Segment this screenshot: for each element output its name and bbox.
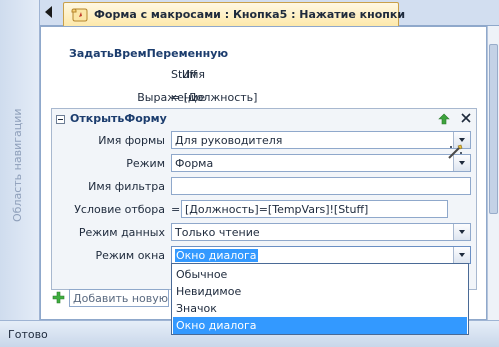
chevron-down-icon[interactable] [453, 247, 470, 263]
navigation-pane[interactable]: Область навигации [0, 0, 40, 320]
open-form-action-name[interactable]: ОткрытьФорму [70, 112, 167, 125]
vertical-scrollbar[interactable] [487, 26, 499, 320]
window-mode-dropdown-list[interactable]: Обычное Невидимое Значок Окно диалога [171, 263, 469, 335]
collapse-nav-arrow-icon[interactable] [45, 6, 52, 18]
window-mode-value: Окно диалога [175, 249, 258, 262]
expression-builder-icon[interactable] [446, 144, 464, 163]
name-value[interactable]: Stuff [171, 68, 197, 81]
data-mode-combobox[interactable]: Только чтение [171, 223, 471, 241]
dropdown-option[interactable]: Невидимое [173, 283, 467, 300]
macro-scroll-icon [70, 7, 88, 26]
where-condition-input[interactable]: [Должность]=[TempVars]![Stuff] [181, 200, 448, 218]
window-mode-label: Режим окна [95, 249, 165, 262]
filter-name-input[interactable] [171, 177, 471, 195]
set-temp-var-action[interactable]: ЗадатьВремПеременную [69, 47, 228, 60]
expression-value[interactable]: = [Должность] [171, 91, 257, 104]
dropdown-option[interactable]: Значок [173, 300, 467, 317]
form-name-label: Имя формы [98, 134, 165, 147]
form-name-value: Для руководителя [175, 134, 283, 147]
scrollbar-thumb[interactable] [489, 44, 498, 214]
form-name-combobox[interactable]: Для руководителя [171, 131, 471, 149]
where-condition-equals: = [171, 203, 181, 216]
where-condition-label: Условие отбора [74, 203, 165, 216]
data-mode-label: Режим данных [78, 226, 165, 239]
filter-name-label: Имя фильтра [88, 180, 165, 193]
dropdown-option-selected[interactable]: Окно диалога [173, 317, 467, 334]
view-value: Форма [175, 157, 214, 170]
move-up-arrow-icon[interactable] [438, 113, 450, 128]
add-new-action-combobox[interactable]: Добавить новую м [69, 289, 169, 307]
chevron-down-icon[interactable] [453, 224, 470, 240]
view-label: Режим [126, 157, 165, 170]
window-mode-combobox[interactable]: Окно диалога [171, 246, 471, 264]
document-tab-bar: Форма с макросами : Кнопка5 : Нажатие кн… [40, 0, 499, 27]
add-new-action-placeholder: Добавить новую м [73, 292, 169, 305]
document-tab-title: Форма с макросами : Кнопка5 : Нажатие кн… [94, 8, 406, 21]
delete-x-icon[interactable] [460, 112, 472, 127]
document-tab[interactable]: Форма с макросами : Кнопка5 : Нажатие кн… [63, 2, 405, 27]
data-mode-value: Только чтение [175, 226, 260, 239]
add-plus-icon[interactable] [52, 291, 65, 307]
navigation-pane-label: Область навигации [11, 108, 24, 222]
collapse-minus-icon[interactable] [56, 115, 65, 124]
status-text: Готово [8, 328, 48, 341]
view-combobox[interactable]: Форма [171, 154, 471, 172]
dropdown-option[interactable]: Обычное [173, 266, 467, 283]
where-condition-value: [Должность]=[TempVars]![Stuff] [185, 203, 369, 216]
